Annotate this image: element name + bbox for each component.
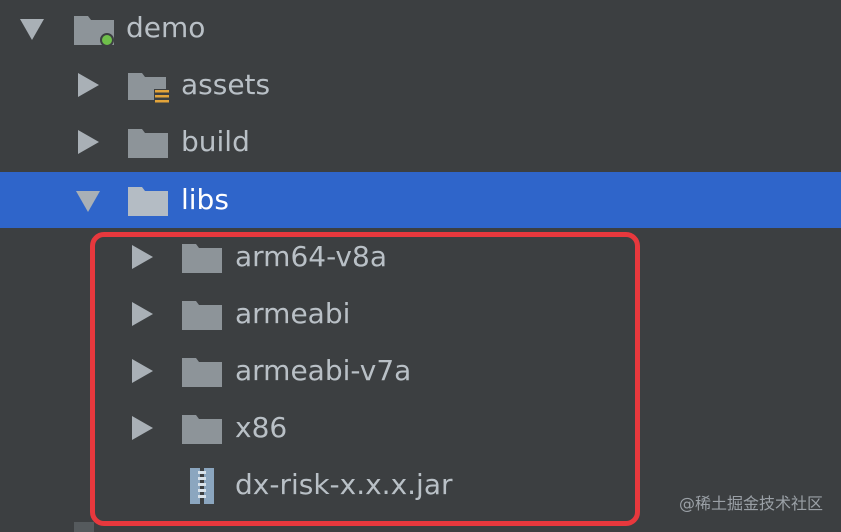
- collapse-arrow-icon[interactable]: [132, 245, 153, 269]
- collapse-arrow-icon[interactable]: [132, 416, 153, 440]
- collapse-arrow-icon[interactable]: [132, 302, 153, 326]
- tree-label-demo: demo: [126, 11, 206, 44]
- tree-label-armeabi-v7a: armeabi-v7a: [235, 354, 412, 387]
- module-folder-icon: [74, 13, 114, 47]
- expand-arrow-icon[interactable]: [20, 19, 44, 40]
- tree-row-armeabi[interactable]: armeabi: [0, 286, 841, 342]
- tree-row-arm64-v8a[interactable]: arm64-v8a: [0, 229, 841, 285]
- tree-row-x86[interactable]: x86: [0, 400, 841, 456]
- project-tree: demo assets build libs arm64-v8a armeabi…: [0, 0, 841, 532]
- folder-icon: [182, 299, 222, 331]
- tree-row-demo[interactable]: demo: [0, 0, 841, 56]
- tree-label-x86: x86: [235, 411, 288, 444]
- partial-row-stub: [74, 522, 94, 532]
- resources-folder-icon: [128, 70, 170, 105]
- folder-icon: [182, 356, 222, 388]
- tree-label-assets: assets: [181, 68, 271, 101]
- tree-label-armeabi: armeabi: [235, 297, 351, 330]
- tree-row-build[interactable]: build: [0, 114, 841, 170]
- collapse-arrow-icon[interactable]: [78, 130, 99, 154]
- expand-arrow-icon[interactable]: [76, 191, 100, 212]
- watermark: @稀土掘金技术社区: [678, 494, 823, 513]
- tree-row-armeabi-v7a[interactable]: armeabi-v7a: [0, 343, 841, 399]
- collapse-arrow-icon[interactable]: [132, 359, 153, 383]
- tree-label-jar: dx-risk-x.x.x.jar: [235, 468, 453, 501]
- folder-icon: [128, 127, 168, 159]
- folder-icon: [128, 185, 168, 217]
- tree-row-assets[interactable]: assets: [0, 57, 841, 113]
- tree-label-build: build: [181, 125, 250, 158]
- folder-icon: [182, 413, 222, 445]
- folder-icon: [182, 242, 222, 274]
- jar-file-icon: [190, 468, 214, 504]
- tree-label-arm64-v8a: arm64-v8a: [235, 240, 387, 273]
- tree-label-libs: libs: [181, 183, 229, 216]
- tree-row-libs[interactable]: libs: [0, 172, 841, 228]
- collapse-arrow-icon[interactable]: [78, 73, 99, 97]
